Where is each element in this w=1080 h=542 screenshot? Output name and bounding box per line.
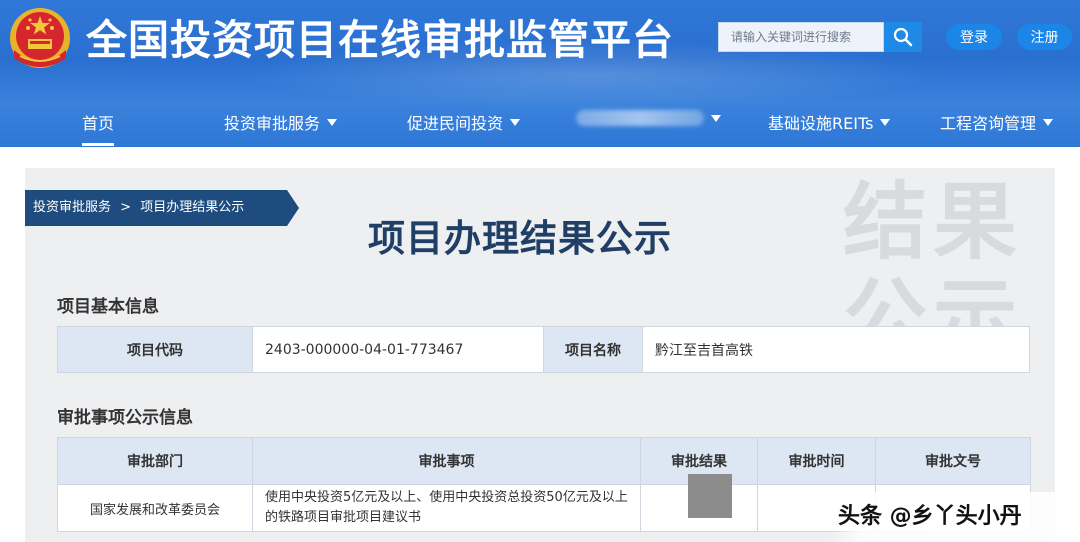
- project-name-label: 项目名称: [543, 326, 643, 373]
- login-button[interactable]: 登录: [946, 24, 1002, 50]
- caret-down-icon: [1043, 118, 1054, 126]
- nav-item-obscured[interactable]: [576, 110, 721, 126]
- register-button[interactable]: 注册: [1017, 24, 1072, 50]
- search-box: [718, 22, 884, 52]
- nav-item-label: 投资审批服务: [224, 114, 321, 133]
- nav-item-label: 基础设施REITs: [768, 114, 874, 133]
- breadcrumb-current: 项目办理结果公示: [140, 200, 245, 215]
- blurred-label: [576, 110, 704, 126]
- project-code-label: 项目代码: [57, 326, 253, 373]
- approval-item: 使用中央投资5亿元及以上、使用中央投资总投资50亿元及以上的铁路项目审批项目建议…: [252, 484, 641, 532]
- search-icon: [893, 27, 913, 47]
- column-header-time: 审批时间: [757, 437, 876, 485]
- redaction-block: [688, 474, 732, 518]
- column-header-department: 审批部门: [57, 437, 253, 485]
- project-info-table: 项目代码 2403-000000-04-01-773467 项目名称 黔江至吉首…: [57, 326, 1030, 373]
- section-title-approval: 审批事项公示信息: [57, 408, 193, 428]
- search-button[interactable]: [884, 22, 922, 52]
- nav-item-engineering-consulting[interactable]: 工程咨询管理: [940, 110, 1054, 134]
- nav-item-investment-approval[interactable]: 投资审批服务: [224, 110, 338, 134]
- column-header-doc-number: 审批文号: [875, 437, 1031, 485]
- table-row: 项目代码 2403-000000-04-01-773467 项目名称 黔江至吉首…: [57, 326, 1030, 373]
- author-signature: 头条 @乡丫头小丹: [830, 492, 1080, 542]
- caret-down-icon: [510, 118, 521, 126]
- caret-down-icon: [327, 118, 338, 126]
- project-code-value: 2403-000000-04-01-773467: [252, 326, 544, 373]
- nav-item-label: 首页: [82, 114, 115, 133]
- breadcrumb: 投资审批服务 > 项目办理结果公示: [25, 190, 287, 226]
- search-input[interactable]: [719, 23, 881, 51]
- section-title-basic-info: 项目基本信息: [57, 297, 159, 317]
- nav-item-label: 促进民间投资: [407, 114, 504, 133]
- caret-down-icon: [880, 118, 891, 126]
- content-panel: 结果 公示 投资审批服务 > 项目办理结果公示 项目办理结果公示 项目基本信息 …: [25, 168, 1055, 542]
- page-title: 项目办理结果公示: [368, 217, 672, 260]
- column-header-item: 审批事项: [252, 437, 641, 485]
- nav-item-reits[interactable]: 基础设施REITs: [768, 110, 891, 134]
- breadcrumb-arrow: [287, 190, 299, 226]
- nav-item-label: 工程咨询管理: [940, 114, 1037, 133]
- national-emblem-icon: [10, 8, 70, 68]
- table-header-row: 审批部门 审批事项 审批结果 审批时间 审批文号: [57, 437, 1031, 485]
- main-nav: 首页 投资审批服务 促进民间投资 基础设施REITs 工程咨询管理: [0, 100, 1080, 147]
- site-title: 全国投资项目在线审批监管平台: [86, 16, 674, 64]
- project-name-value: 黔江至吉首高铁: [642, 326, 1030, 373]
- nav-item-private-investment[interactable]: 促进民间投资: [407, 110, 521, 134]
- nav-item-home[interactable]: 首页: [82, 110, 115, 146]
- site-header: 全国投资项目在线审批监管平台 登录 注册 首页 投资审批服务 促进民间投资 基础…: [0, 0, 1080, 147]
- approval-department: 国家发展和改革委员会: [57, 484, 253, 532]
- breadcrumb-link-parent[interactable]: 投资审批服务: [33, 200, 111, 215]
- breadcrumb-separator: >: [120, 200, 132, 215]
- caret-down-icon: [711, 114, 721, 122]
